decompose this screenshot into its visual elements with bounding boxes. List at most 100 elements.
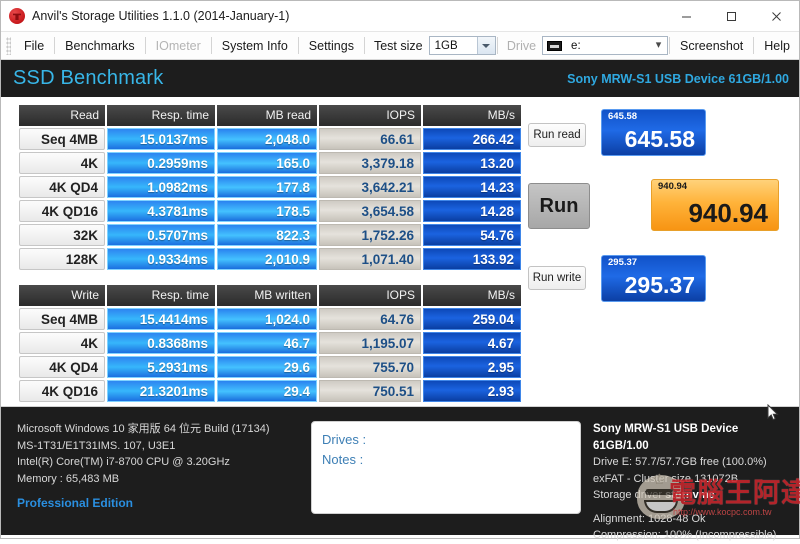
table-row: 4K QD4 1.0982ms 177.8 3,642.21 14.23: [19, 176, 521, 198]
table-gap: [17, 272, 521, 283]
test-size-select[interactable]: 1GB: [428, 36, 496, 55]
total-score-value: 940.94: [688, 198, 768, 228]
drive-info-compression: Compression: 100% (Incompressible): [593, 529, 777, 541]
close-icon[interactable]: [754, 1, 799, 31]
system-info: Microsoft Windows 10 家用版 64 位元 Build (17…: [17, 421, 297, 512]
write-row-label[interactable]: Seq 4MB: [19, 308, 105, 330]
test-size-label: Test size: [373, 38, 423, 53]
read-cell-resp: 15.0137ms: [107, 128, 215, 150]
chevron-down-icon[interactable]: ▾: [650, 37, 667, 54]
write-cell-mbs: 4.67: [423, 332, 521, 354]
menu-item-screenshot[interactable]: Screenshot: [671, 36, 752, 56]
menu-item-help[interactable]: Help: [755, 36, 799, 56]
read-col-header-mbs: MB/s: [423, 105, 521, 126]
read-cell-resp: 0.9334ms: [107, 248, 215, 270]
maximize-icon[interactable]: [709, 1, 754, 31]
table-row: 32K 0.5707ms 822.3 1,752.26 54.76: [19, 224, 521, 246]
read-cell-iops: 1,752.26: [319, 224, 421, 246]
anvil-icon: [9, 8, 25, 24]
chevron-down-icon[interactable]: [476, 37, 495, 54]
drive-icon: [547, 40, 563, 51]
table-row: 4K QD16 4.3781ms 178.5 3,654.58 14.28: [19, 200, 521, 222]
write-cell-resp: 15.4414ms: [107, 308, 215, 330]
title-bar: Anvil's Storage Utilities 1.1.0 (2014-Ja…: [1, 1, 799, 32]
write-col-header-name: Write: [19, 285, 105, 306]
read-row-label[interactable]: 4K QD16: [19, 200, 105, 222]
read-score-value: 645.58: [624, 126, 695, 152]
menu-separator: [669, 37, 671, 54]
menu-separator: [54, 37, 56, 54]
drive-info-filesystem: exFAT - Cluster size 131072B: [593, 472, 739, 485]
read-row-label[interactable]: 128K: [19, 248, 105, 270]
read-col-header-iops: IOPS: [319, 105, 421, 126]
read-cell-iops: 1,071.40: [319, 248, 421, 270]
write-cell-iops: 1,195.07: [319, 332, 421, 354]
read-cell-mb: 2,010.9: [217, 248, 317, 270]
menu-item-settings[interactable]: Settings: [300, 36, 363, 56]
write-cell-mb: 29.4: [217, 380, 317, 402]
footer-panel: Microsoft Windows 10 家用版 64 位元 Build (17…: [1, 407, 799, 541]
read-cell-mb: 178.5: [217, 200, 317, 222]
menu-item-benchmarks[interactable]: Benchmarks: [56, 36, 143, 56]
read-cell-resp: 0.5707ms: [107, 224, 215, 246]
menu-bar: File Benchmarks IOmeter System Info Sett…: [1, 32, 799, 60]
write-cell-iops: 750.51: [319, 380, 421, 402]
write-score-mini: 295.37: [608, 257, 638, 268]
write-row-label[interactable]: 4K: [19, 332, 105, 354]
read-col-header-resp: Resp. time: [107, 105, 215, 126]
total-score-mini: 940.94: [658, 181, 688, 192]
menu-item-file[interactable]: File: [15, 36, 53, 56]
write-col-header-mbs: MB/s: [423, 285, 521, 306]
table-row: 128K 0.9334ms 2,010.9 1,071.40 133.92: [19, 248, 521, 270]
write-col-header-mb: MB written: [217, 285, 317, 306]
read-cell-mb: 165.0: [217, 152, 317, 174]
drive-info-capacity: Drive E: 57.7/57.7GB free (100.0%): [593, 456, 767, 468]
write-cell-iops: 64.76: [319, 308, 421, 330]
write-cell-mb: 29.6: [217, 356, 317, 378]
table-row: 4K 0.2959ms 165.0 3,379.18 13.20: [19, 152, 521, 174]
drive-info-driver: Storage driver stornvme: [593, 487, 793, 504]
table-row: 4K QD4 5.2931ms 29.6 755.70 2.95: [19, 356, 521, 378]
read-col-header-name: Read: [19, 105, 105, 126]
total-score-box: 940.94 940.94: [651, 179, 779, 231]
system-info-line: Intel(R) Core(TM) i7-8700 CPU @ 3.20GHz: [17, 456, 230, 468]
test-size-value: 1GB: [434, 39, 458, 52]
read-cell-mbs: 266.42: [423, 128, 521, 150]
write-cell-mb: 46.7: [217, 332, 317, 354]
read-row-label[interactable]: 32K: [19, 224, 105, 246]
write-col-header-resp: Resp. time: [107, 285, 215, 306]
write-col-header-iops: IOPS: [319, 285, 421, 306]
write-cell-iops: 755.70: [319, 356, 421, 378]
write-row-label[interactable]: 4K QD4: [19, 356, 105, 378]
read-row-label[interactable]: 4K QD4: [19, 176, 105, 198]
menu-separator: [210, 37, 212, 54]
table-row: 4K QD16 21.3201ms 29.4 750.51 2.93: [19, 380, 521, 402]
read-row-label[interactable]: Seq 4MB: [19, 128, 105, 150]
benchmark-main: Read Resp. time MB read IOPS MB/s Seq 4M…: [1, 97, 799, 407]
edition-label: Professional Edition: [17, 496, 134, 510]
write-row-label[interactable]: 4K QD16: [19, 380, 105, 402]
read-cell-mbs: 14.28: [423, 200, 521, 222]
drive-info-title: Sony MRW-S1 USB Device 61GB/1.00: [593, 423, 739, 452]
read-row-label[interactable]: 4K: [19, 152, 105, 174]
notes-input[interactable]: Drives : Notes :: [311, 421, 581, 514]
menu-separator: [753, 37, 755, 54]
read-score-mini: 645.58: [608, 111, 638, 122]
run-button[interactable]: Run: [528, 183, 590, 229]
write-cell-mbs: 2.93: [423, 380, 521, 402]
toolbar-grip-icon: [6, 36, 11, 55]
read-col-header-mb: MB read: [217, 105, 317, 126]
read-cell-iops: 3,654.58: [319, 200, 421, 222]
read-cell-mb: 177.8: [217, 176, 317, 198]
run-write-button[interactable]: Run write: [528, 266, 586, 290]
minimize-icon[interactable]: [664, 1, 709, 31]
drive-info-spacer: [593, 504, 793, 511]
menu-item-system-info[interactable]: System Info: [213, 36, 297, 56]
drive-select[interactable]: e: ▾: [542, 36, 669, 55]
page-title: SSD Benchmark: [13, 67, 164, 89]
drive-info-driver-value: stornvme: [665, 489, 715, 501]
run-read-button[interactable]: Run read: [528, 123, 586, 147]
read-cell-mbs: 54.76: [423, 224, 521, 246]
notes-label: Notes :: [322, 452, 364, 467]
window-controls: [664, 1, 799, 31]
